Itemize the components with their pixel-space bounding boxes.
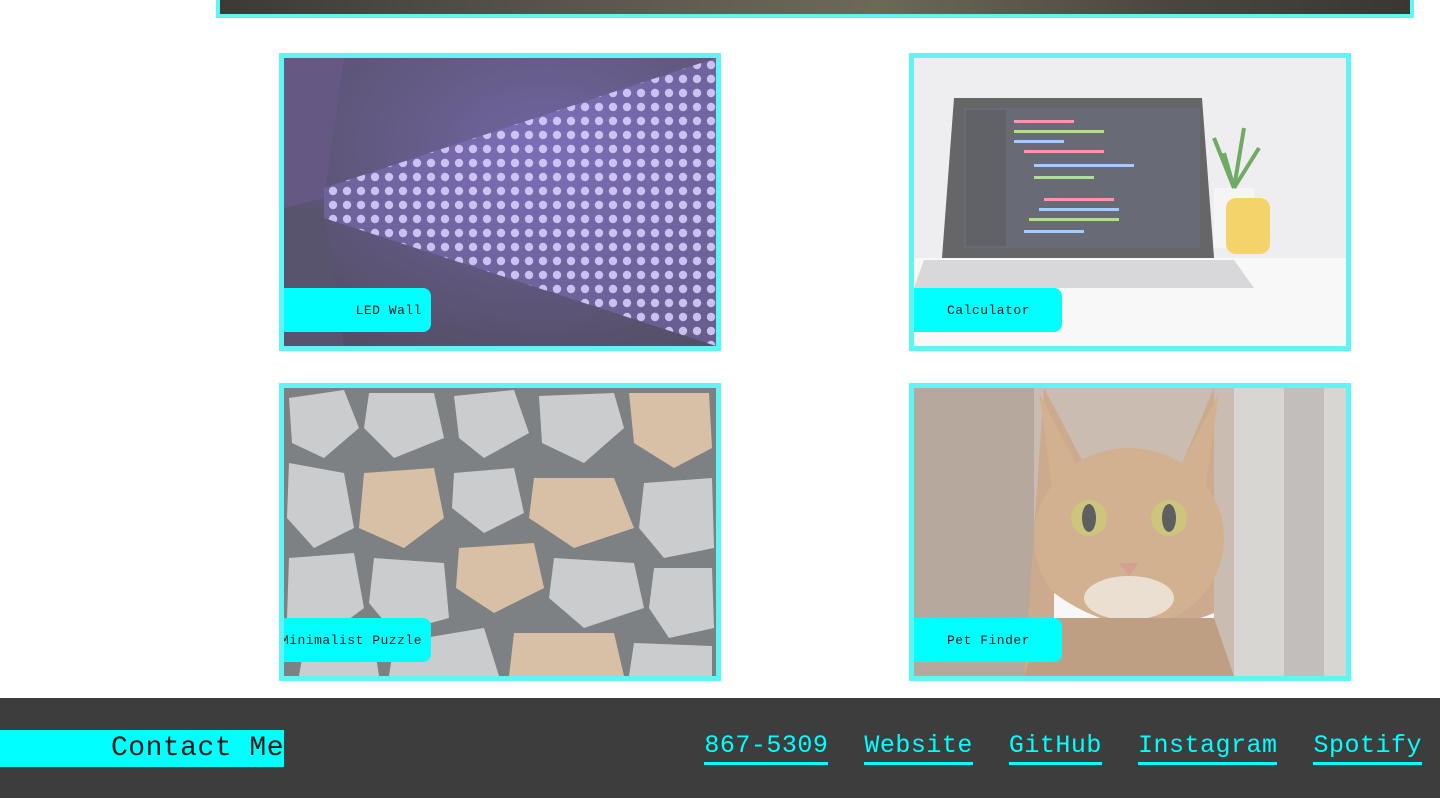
project-title-label[interactable]: Minimalist Puzzle [284, 618, 431, 662]
spotify-link[interactable]: Spotify [1313, 730, 1422, 765]
project-title-label[interactable]: LED Wall [284, 288, 431, 332]
project-card-minimalist-puzzle[interactable]: Minimalist Puzzle [279, 383, 721, 681]
footer: Contact Me 867-5309 Website GitHub Insta… [0, 698, 1440, 798]
website-link[interactable]: Website [864, 730, 973, 765]
github-link[interactable]: GitHub [1008, 730, 1102, 765]
contact-links: 867-5309 Website GitHub Instagram Spotif… [704, 730, 1422, 765]
project-card-pet-finder[interactable]: Pet Finder [909, 383, 1351, 681]
instagram-link[interactable]: Instagram [1137, 730, 1278, 765]
project-title-label[interactable]: Calculator [914, 288, 1062, 332]
hero-banner-image [216, 0, 1414, 18]
phone-link[interactable]: 867-5309 [704, 730, 829, 765]
project-card-calculator[interactable]: Calculator [909, 53, 1351, 351]
contact-heading: Contact Me [0, 730, 284, 767]
project-title-label[interactable]: Pet Finder [914, 618, 1062, 662]
project-card-led-wall[interactable]: LED Wall [279, 53, 721, 351]
